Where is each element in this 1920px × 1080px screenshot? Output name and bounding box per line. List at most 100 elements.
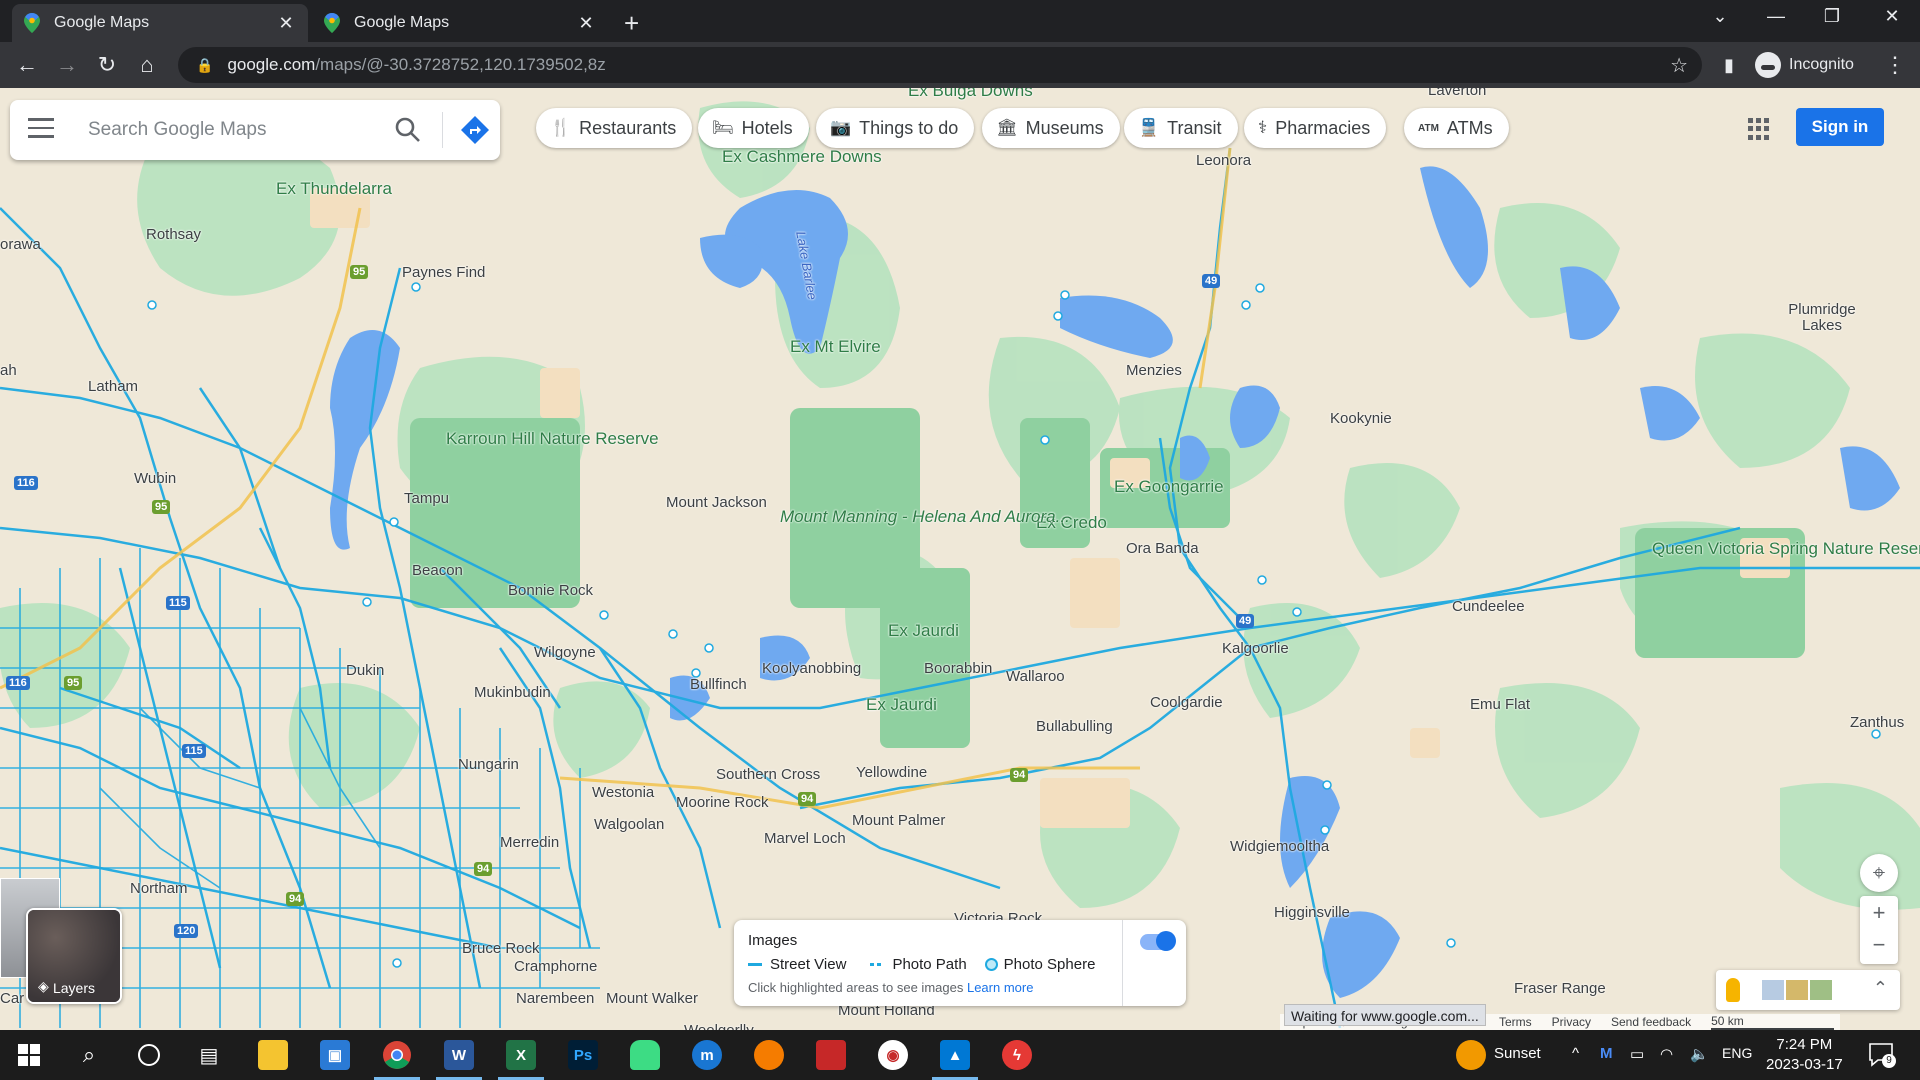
- place-label[interactable]: Yellowdine: [856, 764, 927, 781]
- media-player-icon[interactable]: ◉: [864, 1030, 922, 1080]
- bookmark-star-icon[interactable]: ☆: [1670, 53, 1688, 78]
- place-label[interactable]: Leonora: [1196, 152, 1251, 169]
- app-red-icon[interactable]: [802, 1030, 860, 1080]
- place-label[interactable]: Tampu: [404, 490, 449, 507]
- place-label[interactable]: Koolyanobbing: [762, 660, 861, 677]
- map-canvas[interactable]: Laverton Leonora Ex Cashmere Downs Ex Th…: [0, 88, 1920, 1030]
- photoshop-icon[interactable]: Ps: [554, 1030, 612, 1080]
- place-label[interactable]: Laverton: [1428, 88, 1486, 99]
- imagery-thumbnails[interactable]: [1762, 980, 1832, 1000]
- tray-chevron-icon[interactable]: ^: [1572, 1045, 1579, 1062]
- place-label[interactable]: Northam: [130, 880, 188, 897]
- terms-link[interactable]: Terms: [1499, 1015, 1532, 1029]
- place-label[interactable]: Higginsville: [1274, 904, 1350, 921]
- place-label[interactable]: Bruce Rock: [462, 940, 540, 957]
- park-label[interactable]: Ex Mt Elvire: [790, 338, 881, 356]
- address-bar[interactable]: 🔒 google.com/maps/@-30.3728752,120.17395…: [178, 47, 1702, 83]
- place-label[interactable]: Coolgardie: [1150, 694, 1223, 711]
- pegman-icon[interactable]: [1726, 978, 1740, 1002]
- file-explorer-icon[interactable]: [244, 1030, 302, 1080]
- volume-icon[interactable]: 🔈: [1690, 1045, 1709, 1063]
- layers-button[interactable]: ◈ Layers: [26, 908, 122, 1004]
- lock-icon[interactable]: 🔒: [196, 57, 213, 74]
- new-tab-button[interactable]: +: [624, 8, 639, 39]
- chip-hotels[interactable]: 🛏 Hotels: [698, 108, 809, 148]
- place-label[interactable]: Kookynie: [1330, 410, 1392, 427]
- tab-close-icon[interactable]: ✕: [276, 13, 296, 34]
- word-icon[interactable]: W: [430, 1030, 488, 1080]
- weather-label[interactable]: Sunset: [1494, 1045, 1541, 1062]
- android-app-icon[interactable]: [616, 1030, 674, 1080]
- park-label[interactable]: Karroun Hill Nature Reserve: [446, 430, 659, 448]
- chip-museums[interactable]: 🏛 Museums: [982, 108, 1120, 148]
- place-label[interactable]: Dukin: [346, 662, 384, 679]
- park-label[interactable]: Ex Jaurdi: [888, 622, 959, 640]
- place-label[interactable]: Paynes Find: [402, 264, 485, 281]
- home-button[interactable]: ⌂: [132, 50, 162, 80]
- reload-button[interactable]: ↻: [92, 50, 122, 80]
- place-label[interactable]: orawa: [0, 236, 41, 253]
- excel-icon[interactable]: X: [492, 1030, 550, 1080]
- place-label[interactable]: Emu Flat: [1470, 696, 1530, 713]
- park-label[interactable]: Mount Manning - Helena And Aurora...: [780, 508, 1070, 526]
- app-m-icon[interactable]: m: [678, 1030, 736, 1080]
- park-label[interactable]: Ex Goongarrie: [1114, 478, 1224, 496]
- park-label[interactable]: Ex Jaurdi: [866, 696, 937, 714]
- sign-in-button[interactable]: Sign in: [1796, 108, 1884, 146]
- place-label[interactable]: Kalgoorlie: [1222, 640, 1289, 657]
- place-label[interactable]: Zanthus: [1850, 714, 1904, 731]
- back-button[interactable]: ←: [12, 50, 42, 80]
- chip-atms[interactable]: ATM ATMs: [1404, 108, 1509, 148]
- wifi-icon[interactable]: ◠: [1660, 1045, 1673, 1063]
- start-button[interactable]: [0, 1030, 58, 1080]
- tab-google-maps-1[interactable]: Google Maps ✕: [12, 4, 308, 42]
- menu-icon[interactable]: [28, 118, 54, 142]
- place-label[interactable]: Latham: [88, 378, 138, 395]
- place-label[interactable]: Southern Cross: [716, 766, 820, 783]
- search-input[interactable]: [88, 116, 368, 144]
- weather-icon[interactable]: [1456, 1040, 1486, 1070]
- forward-button[interactable]: →: [52, 50, 82, 80]
- place-label[interactable]: Mukinbudin: [474, 684, 551, 701]
- tray-app-icon[interactable]: M: [1600, 1045, 1613, 1062]
- place-label[interactable]: Cramphorne: [514, 958, 597, 975]
- place-label[interactable]: Marvel Loch: [764, 830, 846, 847]
- directions-icon[interactable]: [459, 114, 491, 146]
- chrome-icon[interactable]: [368, 1030, 426, 1080]
- scale-bar[interactable]: 50 km: [1711, 1014, 1834, 1030]
- chip-things-to-do[interactable]: 📷 Things to do: [816, 108, 975, 148]
- place-label[interactable]: Wubin: [134, 470, 176, 487]
- place-label[interactable]: Bullabulling: [1036, 718, 1113, 735]
- learn-more-link[interactable]: Learn more: [967, 980, 1033, 995]
- send-feedback-link[interactable]: Send feedback: [1611, 1015, 1691, 1029]
- place-label[interactable]: Menzies: [1126, 362, 1182, 379]
- place-label[interactable]: Rothsay: [146, 226, 201, 243]
- minimize-button[interactable]: —: [1756, 6, 1796, 27]
- place-label[interactable]: Merredin: [500, 834, 559, 851]
- tab-search-chevron-icon[interactable]: ⌄: [1700, 6, 1740, 27]
- place-label[interactable]: Ora Banda: [1126, 540, 1199, 557]
- close-window-button[interactable]: ✕: [1872, 6, 1912, 27]
- place-label[interactable]: Beacon: [412, 562, 463, 579]
- images-toggle[interactable]: [1140, 931, 1176, 951]
- place-label[interactable]: Wallaroo: [1006, 668, 1065, 685]
- place-label[interactable]: Fraser Range: [1514, 980, 1606, 997]
- zoom-out-button[interactable]: −: [1873, 930, 1886, 964]
- place-label[interactable]: Mount Palmer: [852, 812, 945, 829]
- outlook-icon[interactable]: ▣: [306, 1030, 364, 1080]
- maximize-button[interactable]: ❐: [1812, 6, 1852, 27]
- chip-restaurants[interactable]: 🍴 Restaurants: [536, 108, 693, 148]
- place-label[interactable]: Westonia: [592, 784, 654, 801]
- google-apps-icon[interactable]: [1748, 118, 1770, 140]
- app-ring-icon[interactable]: [740, 1030, 798, 1080]
- browser-menu-icon[interactable]: ⋮: [1880, 50, 1910, 80]
- park-label[interactable]: Ex Thundelarra: [276, 180, 392, 198]
- privacy-link[interactable]: Privacy: [1552, 1015, 1591, 1029]
- search-taskbar-icon[interactable]: ⌕: [60, 1030, 118, 1080]
- tab-close-icon[interactable]: ✕: [576, 13, 596, 34]
- expand-chevron-icon[interactable]: ⌃: [1873, 978, 1888, 999]
- place-label[interactable]: Bonnie Rock: [508, 582, 593, 599]
- chip-pharmacies[interactable]: ⚕ Pharmacies: [1244, 108, 1387, 148]
- place-label[interactable]: Widgiemooltha: [1230, 838, 1329, 855]
- task-view-icon[interactable]: ▤: [180, 1030, 238, 1080]
